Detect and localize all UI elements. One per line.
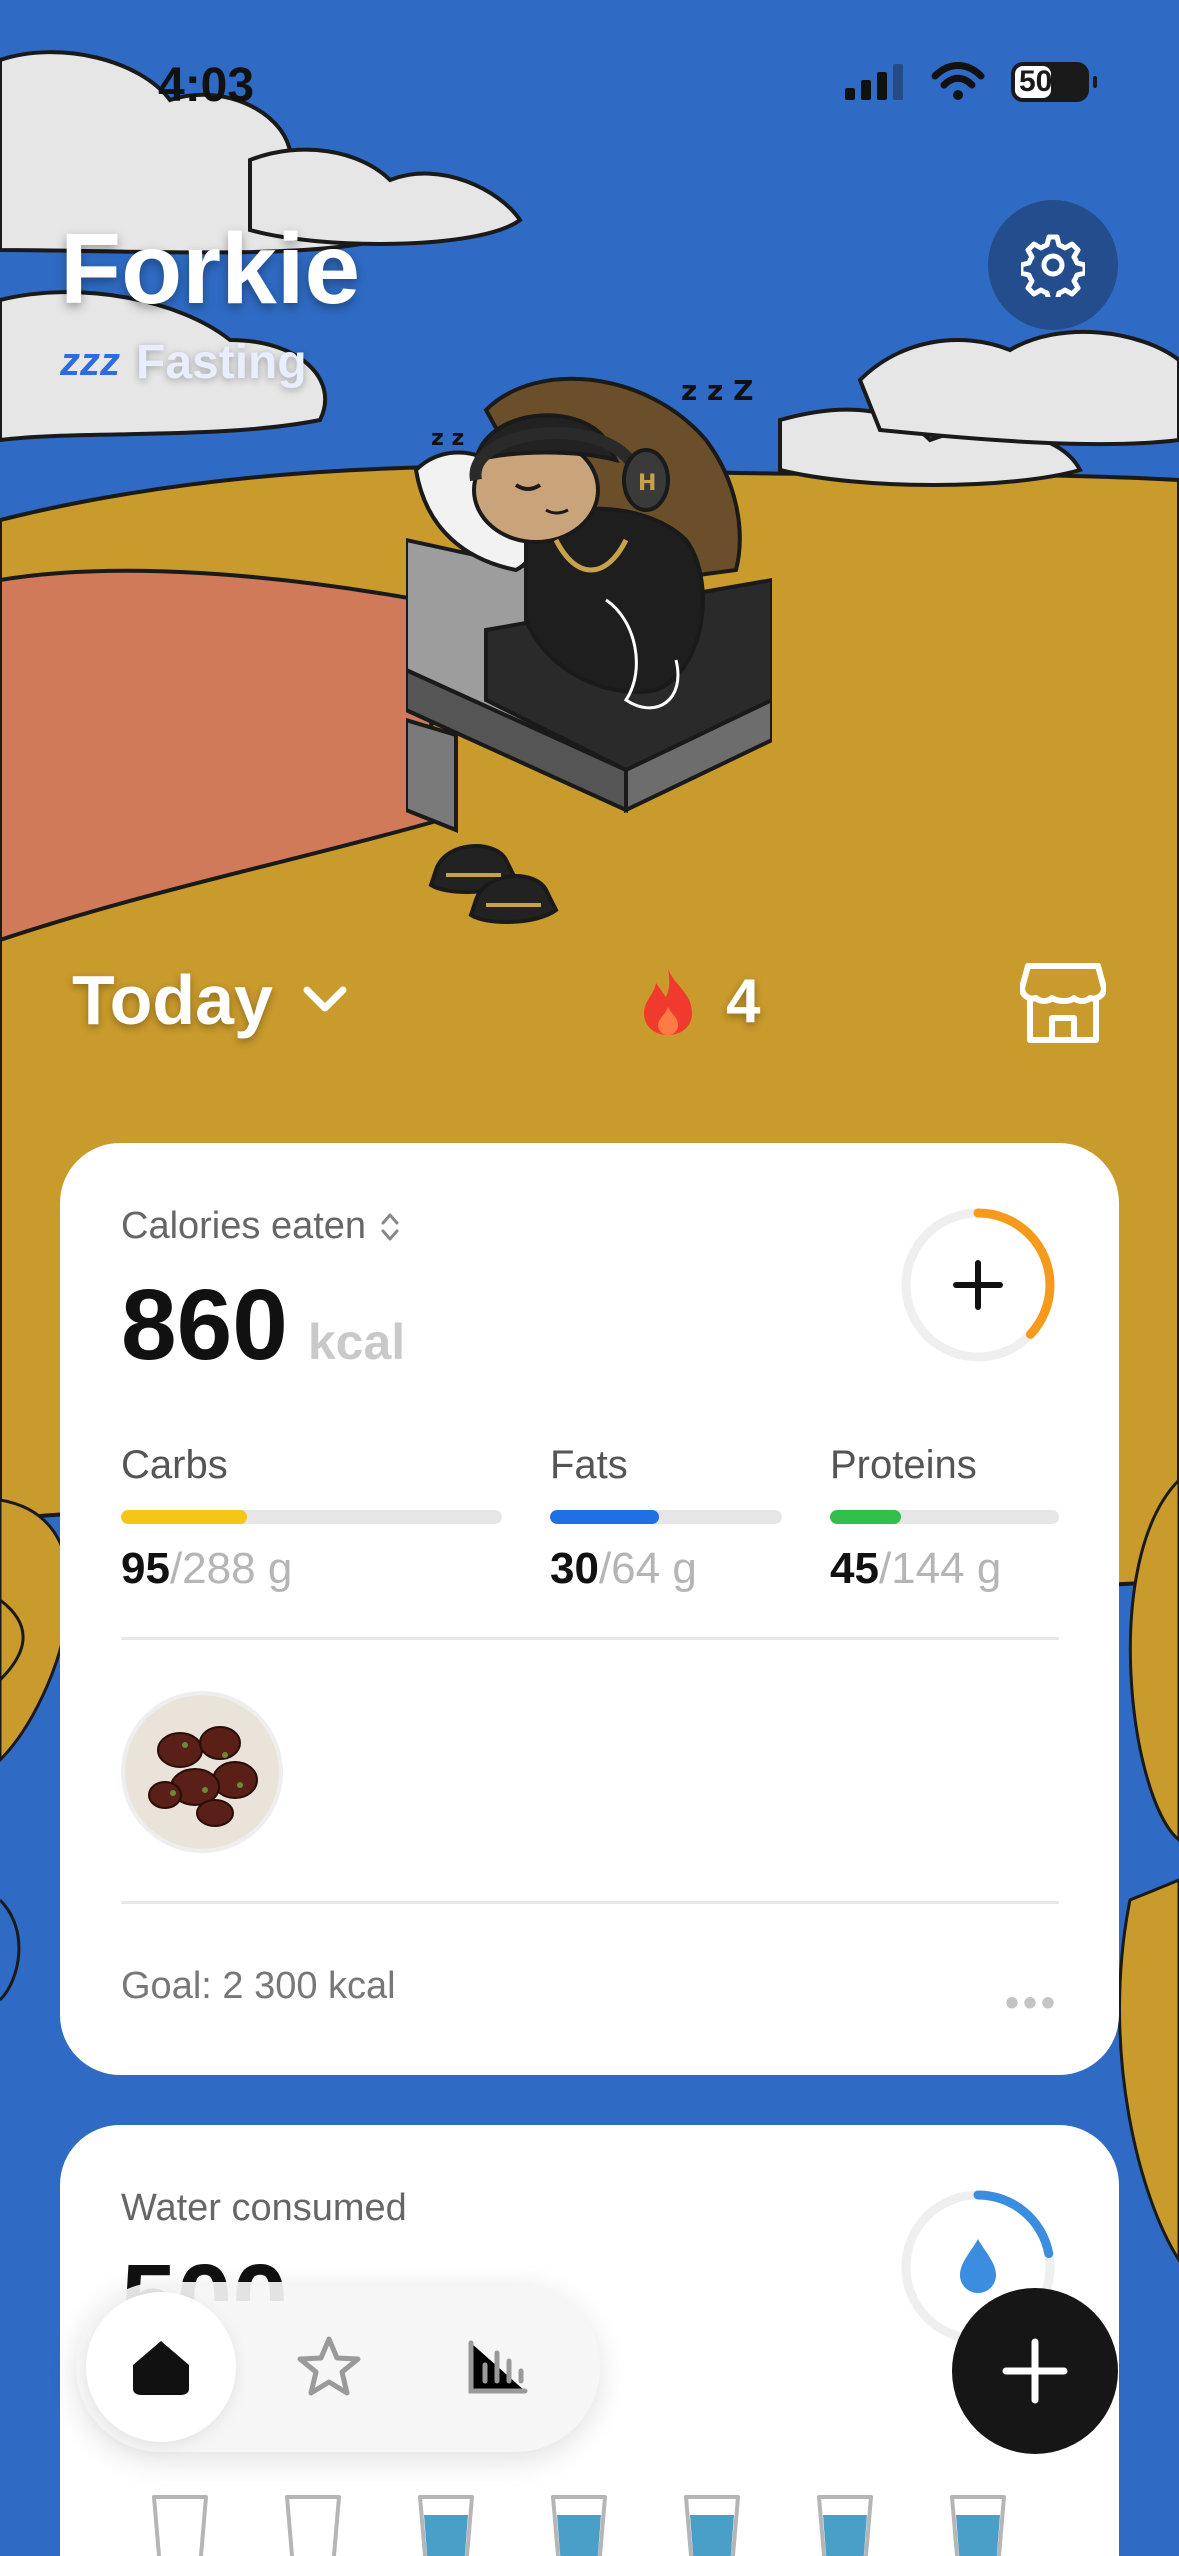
wifi-icon	[931, 62, 985, 100]
store-icon	[1019, 963, 1107, 1043]
macro-values: 45/144 g	[830, 1544, 1059, 1594]
macro-goal: /144 g	[878, 1544, 1002, 1593]
day-label: Today	[72, 961, 273, 1039]
calories-value: 860	[121, 1269, 288, 1381]
add-button[interactable]	[952, 2288, 1118, 2454]
gear-icon	[1021, 234, 1085, 297]
macro-name: Proteins	[830, 1443, 977, 1487]
tab-statistics[interactable]	[422, 2292, 572, 2442]
pet-status: zzz Fasting	[60, 335, 307, 390]
signal-icon	[845, 64, 903, 100]
sort-arrows-icon	[381, 1213, 399, 1240]
sleep-zzz-icon: zzz	[60, 340, 120, 384]
calories-label: Calories eaten	[121, 1205, 367, 1247]
water-glass-icon[interactable]	[549, 2493, 609, 2556]
water-glass-icon[interactable]	[682, 2493, 742, 2556]
water-glass-icon[interactable]	[283, 2493, 343, 2556]
macro-progress-bar	[830, 1510, 1059, 1524]
plus-icon	[1002, 2338, 1068, 2404]
streak-counter[interactable]: 4	[640, 966, 760, 1037]
meal-photo[interactable]	[121, 1691, 283, 1853]
svg-text:H: H	[638, 471, 656, 496]
macro-eaten: 45	[830, 1544, 879, 1593]
calorie-goal: Goal: 2 300 kcal	[121, 1965, 396, 2007]
divider	[121, 1901, 1059, 1904]
chevron-down-icon	[303, 986, 347, 1012]
day-selector[interactable]: Today	[72, 960, 347, 1040]
pet-name-title: Forkie	[60, 213, 361, 325]
tab-home[interactable]	[86, 2292, 236, 2442]
water-glass-icon[interactable]	[150, 2493, 210, 2556]
battery-icon: 50	[1011, 62, 1097, 102]
macro-proteins: Proteins 45/144 g	[830, 1443, 1059, 1594]
home-icon	[133, 2341, 189, 2395]
divider	[121, 1637, 1059, 1640]
calories-card[interactable]: Calories eaten 860 kcal Carbs 95/288 g F…	[60, 1143, 1119, 2075]
streak-count: 4	[726, 967, 761, 1036]
macro-values: 95/288 g	[121, 1544, 502, 1594]
water-glass-icon[interactable]	[416, 2493, 476, 2556]
svg-text:z z Z: z z Z	[681, 374, 753, 407]
more-options-button[interactable]: •••	[1005, 1981, 1059, 2026]
macro-eaten: 30	[550, 1544, 599, 1593]
add-food-button[interactable]	[898, 1205, 1058, 1365]
macro-progress-bar	[550, 1510, 782, 1524]
settings-button[interactable]	[988, 200, 1118, 330]
water-glass-icon[interactable]	[815, 2493, 875, 2556]
calories-label-row[interactable]: Calories eaten	[121, 1205, 400, 1248]
tab-favorites[interactable]	[254, 2292, 404, 2442]
tab-bar	[76, 2282, 600, 2452]
meal-image	[125, 1695, 279, 1849]
calories-value-row: 860 kcal	[121, 1268, 405, 1383]
macro-carbs: Carbs 95/288 g	[121, 1443, 502, 1594]
macro-progress-bar	[121, 1510, 502, 1524]
star-icon	[297, 2336, 361, 2396]
macro-eaten: 95	[121, 1544, 170, 1593]
chart-icon	[468, 2340, 528, 2394]
pet-status-label: Fasting	[136, 336, 307, 389]
sleeping-hedgehog-mascot: H z z Z z z	[406, 374, 772, 924]
water-glass-icon[interactable]	[948, 2493, 1008, 2556]
battery-level: 50	[1019, 65, 1053, 98]
svg-text:z z: z z	[431, 426, 464, 451]
macro-fats: Fats 30/64 g	[550, 1443, 782, 1594]
status-icons: 50	[845, 62, 1097, 102]
water-glasses	[150, 2493, 1008, 2556]
flame-icon	[644, 968, 692, 1035]
macro-name: Fats	[550, 1443, 628, 1487]
status-time: 4:03	[158, 59, 255, 112]
macro-goal: /288 g	[169, 1544, 293, 1593]
calories-unit: kcal	[307, 1314, 406, 1370]
shop-button[interactable]	[1019, 962, 1130, 1052]
macro-goal: /64 g	[598, 1544, 697, 1593]
macro-name: Carbs	[121, 1443, 228, 1487]
water-label: Water consumed	[121, 2187, 407, 2229]
macro-values: 30/64 g	[550, 1544, 782, 1594]
